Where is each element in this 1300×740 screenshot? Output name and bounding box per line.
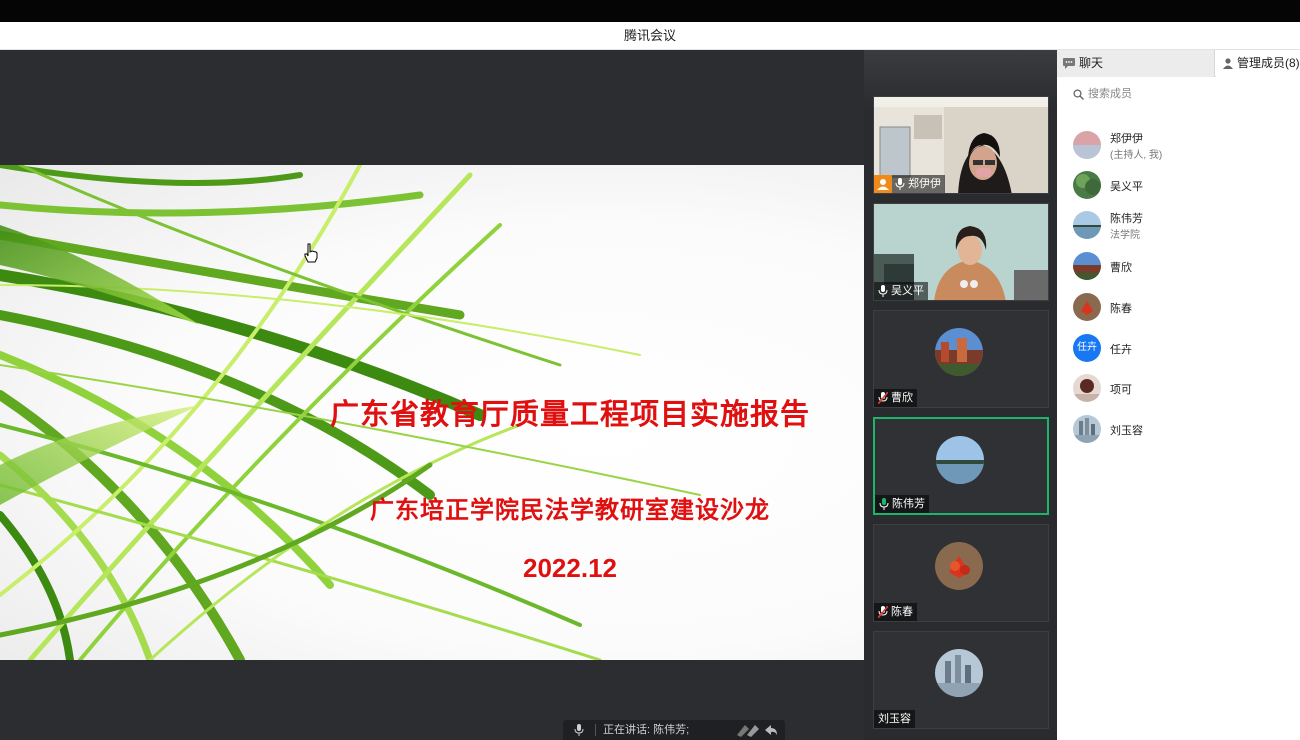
- member-item[interactable]: 陈伟芳 法学院: [1073, 208, 1293, 242]
- member-name: 曹欣: [1110, 262, 1132, 274]
- participant-name-bar: 曹欣: [874, 389, 917, 407]
- member-role: 法学院: [1110, 230, 1140, 241]
- member-name: 陈伟芳: [1110, 213, 1143, 225]
- member-name: 郑伊伊: [1110, 133, 1143, 145]
- participant-name: 陈伟芳: [892, 498, 925, 510]
- member-avatar: [1073, 374, 1101, 402]
- member-item[interactable]: 任卉 任卉: [1073, 331, 1293, 365]
- side-panel: 聊天 管理成员(8) 搜索成员 郑伊伊 (主持人, 我) 吴义平 陈伟芳 法学院…: [1057, 50, 1300, 740]
- participant-name: 郑伊伊: [908, 178, 941, 190]
- slide: 广东省教育厅质量工程项目实施报告 广东培正学院民法学教研室建设沙龙 2022.1…: [0, 165, 864, 660]
- video-tile[interactable]: 陈春: [873, 524, 1049, 622]
- member-item[interactable]: 吴义平: [1073, 168, 1293, 202]
- participant-avatar: [935, 542, 983, 590]
- member-item[interactable]: 郑伊伊 (主持人, 我): [1073, 128, 1293, 162]
- top-black-bar: [0, 0, 1300, 22]
- tab-chat[interactable]: 聊天: [1057, 50, 1215, 77]
- tab-members[interactable]: 管理成员(8): [1216, 50, 1300, 77]
- speaking-indicator[interactable]: 正在讲话: 陈伟芳;: [563, 720, 785, 740]
- divider: [595, 724, 596, 736]
- participant-name-bar: 郑伊伊: [874, 175, 945, 193]
- member-name: 刘玉容: [1110, 425, 1143, 437]
- video-tile[interactable]: 郑伊伊: [873, 96, 1049, 194]
- member-name: 吴义平: [1110, 181, 1143, 193]
- search-icon: [1073, 89, 1084, 100]
- member-avatar: [1073, 293, 1101, 321]
- member-avatar: [1073, 415, 1101, 443]
- participant-name-bar: 吴义平: [874, 282, 928, 300]
- member-name: 陈春: [1110, 303, 1132, 315]
- mic-icon: [895, 178, 905, 190]
- panel-tabs: 聊天 管理成员(8): [1057, 50, 1300, 77]
- window-title: 腾讯会议: [0, 22, 1300, 50]
- participant-avatar: [936, 436, 984, 484]
- member-role: (主持人, 我): [1110, 150, 1163, 161]
- member-name: 项可: [1110, 384, 1132, 396]
- host-badge-icon: [874, 175, 892, 193]
- slide-date: 2022.12: [523, 553, 617, 583]
- member-item[interactable]: 曹欣: [1073, 249, 1293, 283]
- member-search[interactable]: 搜索成员: [1069, 84, 1289, 104]
- member-item[interactable]: 项可: [1073, 371, 1293, 405]
- slide-subtitle: 广东培正学院民法学教研室建设沙龙: [370, 495, 770, 524]
- participant-name: 吴义平: [891, 285, 924, 297]
- mic-muted-icon: [878, 606, 888, 618]
- search-placeholder: 搜索成员: [1088, 88, 1132, 100]
- participant-name-bar: 陈伟芳: [875, 495, 929, 513]
- slide-title: 广东省教育厅质量工程项目实施报告: [329, 397, 810, 431]
- participant-name: 陈春: [891, 606, 913, 618]
- video-tile[interactable]: 刘玉容: [873, 631, 1049, 729]
- reaction-icons[interactable]: [735, 723, 779, 737]
- video-column: 郑伊伊 吴义平 曹欣 陈伟芳 陈春 刘玉容: [864, 50, 1057, 740]
- hand-cursor-icon: [304, 243, 318, 263]
- video-tile-active[interactable]: 陈伟芳: [873, 417, 1049, 515]
- member-avatar: [1073, 171, 1101, 199]
- chat-icon: [1063, 58, 1075, 69]
- person-icon: [1223, 58, 1233, 69]
- member-avatar-text: 任卉: [1073, 334, 1101, 362]
- member-avatar: [1073, 252, 1101, 280]
- speaking-text: 正在讲话: 陈伟芳;: [603, 724, 690, 736]
- mic-icon: [574, 724, 584, 736]
- member-avatar: [1073, 131, 1101, 159]
- participant-avatar: [935, 649, 983, 697]
- member-item[interactable]: 刘玉容: [1073, 412, 1293, 446]
- participant-name: 刘玉容: [878, 713, 911, 725]
- video-tile[interactable]: 吴义平: [873, 203, 1049, 301]
- tab-members-label: 管理成员(8): [1237, 56, 1300, 70]
- video-tile[interactable]: 曹欣: [873, 310, 1049, 408]
- participant-name: 曹欣: [891, 392, 913, 404]
- mic-muted-icon: [878, 392, 888, 404]
- participant-avatar: [935, 328, 983, 376]
- participant-name-bar: 刘玉容: [874, 710, 915, 728]
- shared-screen: 广东省教育厅质量工程项目实施报告 广东培正学院民法学教研室建设沙龙 2022.1…: [0, 50, 864, 740]
- participant-name-bar: 陈春: [874, 603, 917, 621]
- tab-chat-label: 聊天: [1079, 56, 1104, 70]
- member-name: 任卉: [1110, 344, 1132, 356]
- mic-icon: [878, 285, 888, 297]
- mic-speaking-icon: [879, 498, 889, 510]
- member-avatar: [1073, 211, 1101, 239]
- member-item[interactable]: 陈春: [1073, 290, 1293, 324]
